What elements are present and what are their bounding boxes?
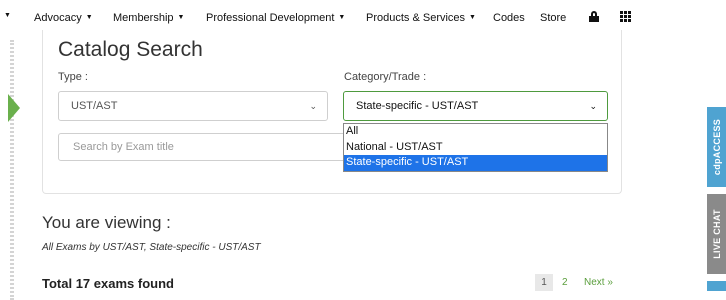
twitter-icon[interactable] <box>707 281 726 291</box>
type-select[interactable]: UST/AST ⌄ <box>58 91 328 121</box>
dropdown-option-national[interactable]: National - UST/AST <box>344 140 607 156</box>
type-label: Type : <box>58 71 88 83</box>
cdpaccess-label: cdpACCESS <box>711 118 722 176</box>
dropdown-option-all[interactable]: All <box>344 124 607 140</box>
category-select[interactable]: State-specific - UST/AST ⌄ <box>343 91 608 121</box>
category-dropdown-list: All National - UST/AST State-specific - … <box>343 123 608 172</box>
nav-item-professional-development[interactable]: Professional Development ▼ <box>206 12 345 24</box>
green-arrow-icon <box>8 94 20 122</box>
page-2-link[interactable]: 2 <box>562 274 568 291</box>
exam-title-search-input[interactable]: Search by Exam title <box>58 133 358 161</box>
chevron-down-icon: ⌄ <box>309 101 317 111</box>
chevron-down-icon: ▼ <box>469 14 476 21</box>
chevron-down-icon: ▼ <box>177 14 185 21</box>
catalog-search-title: Catalog Search <box>58 38 203 61</box>
nav-item-membership[interactable]: Membership ▼ <box>113 12 184 24</box>
chevron-down-icon: ▼ <box>338 14 346 21</box>
chevron-down-icon[interactable]: ▼ <box>4 12 11 19</box>
type-select-value: UST/AST <box>71 100 118 112</box>
nav-label: Professional Development <box>206 12 335 24</box>
viewing-heading: You are viewing : <box>42 213 171 232</box>
chevron-down-icon: ⌄ <box>589 101 597 111</box>
left-rail <box>10 40 14 300</box>
top-navigation: ▼ Advocacy ▼ Membership ▼ Professional Dev… <box>0 0 726 34</box>
next-page-link[interactable]: Next » <box>584 274 613 291</box>
apps-grid-icon[interactable] <box>620 11 631 22</box>
cdpaccess-tab[interactable]: cdpACCESS <box>707 107 726 187</box>
nav-item-products-services[interactable]: Products & Services ▼ <box>366 12 476 24</box>
nav-item-advocacy[interactable]: Advocacy ▼ <box>34 12 93 24</box>
chevron-down-icon: ▼ <box>85 14 93 21</box>
nav-label: Products & Services <box>366 12 466 24</box>
category-select-value: State-specific - UST/AST <box>356 100 479 112</box>
total-exams-count: Total 17 exams found <box>42 276 174 291</box>
live-chat-tab[interactable]: LIVE CHAT <box>707 194 726 274</box>
nav-label: Membership <box>113 12 174 24</box>
viewing-filters: All Exams by UST/AST, State-specific - U… <box>42 242 261 253</box>
nav-label: Advocacy <box>34 12 82 24</box>
lock-icon[interactable] <box>589 11 599 22</box>
nav-item-codes[interactable]: Codes <box>493 12 525 24</box>
live-chat-label: LIVE CHAT <box>711 209 722 259</box>
dropdown-option-state-specific[interactable]: State-specific - UST/AST <box>344 155 607 171</box>
category-label: Category/Trade : <box>344 71 427 83</box>
nav-item-store[interactable]: Store <box>540 12 566 24</box>
page-1-button[interactable]: 1 <box>535 274 553 291</box>
